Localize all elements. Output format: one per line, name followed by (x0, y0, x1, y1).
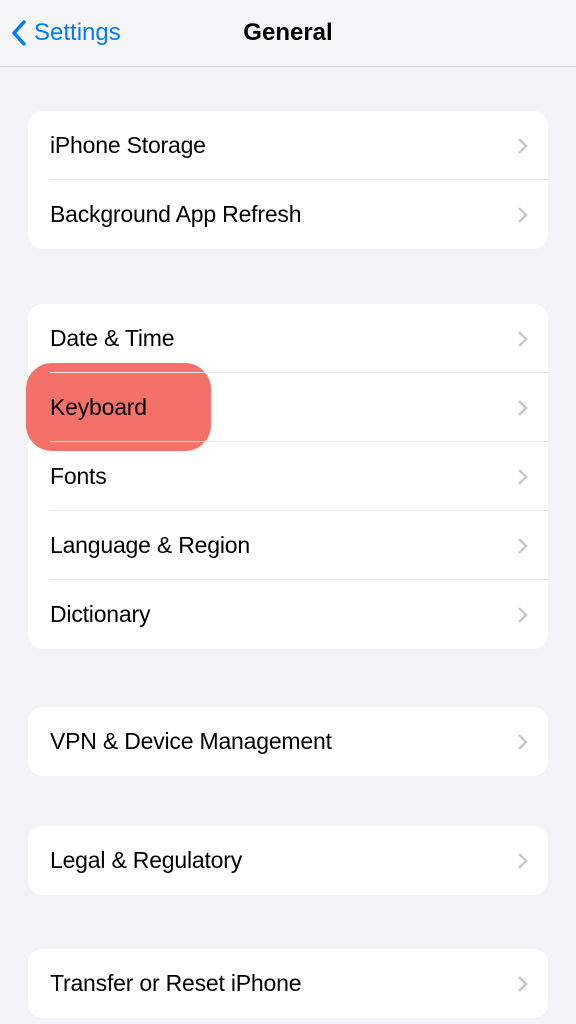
back-button[interactable]: Settings (10, 19, 121, 47)
back-label: Settings (34, 19, 121, 47)
row-label: Date & Time (50, 325, 174, 352)
settings-group-2: Date & Time Keyboard Fonts Language & Re… (28, 304, 548, 649)
row-date-time[interactable]: Date & Time (28, 304, 548, 373)
row-dictionary[interactable]: Dictionary (28, 580, 548, 649)
row-label: Background App Refresh (50, 201, 301, 228)
nav-bar: Settings General (0, 0, 576, 67)
settings-group-3: VPN & Device Management (28, 707, 548, 776)
chevron-right-icon (517, 330, 528, 348)
row-language-region[interactable]: Language & Region (28, 511, 548, 580)
settings-group-1: iPhone Storage Background App Refresh (28, 111, 548, 249)
row-fonts[interactable]: Fonts (28, 442, 548, 511)
chevron-right-icon (517, 975, 528, 993)
row-label: Keyboard (50, 394, 147, 421)
row-label: VPN & Device Management (50, 728, 332, 755)
chevron-right-icon (517, 206, 528, 224)
chevron-right-icon (517, 399, 528, 417)
row-keyboard[interactable]: Keyboard (28, 373, 548, 442)
chevron-right-icon (517, 733, 528, 751)
row-label: Dictionary (50, 601, 150, 628)
chevron-right-icon (517, 852, 528, 870)
row-iphone-storage[interactable]: iPhone Storage (28, 111, 548, 180)
chevron-right-icon (517, 137, 528, 155)
row-label: Transfer or Reset iPhone (50, 970, 301, 997)
chevron-right-icon (517, 537, 528, 555)
settings-content: iPhone Storage Background App Refresh Da… (0, 111, 576, 1018)
row-background-app-refresh[interactable]: Background App Refresh (28, 180, 548, 249)
row-label: Fonts (50, 463, 107, 490)
row-vpn-device-management[interactable]: VPN & Device Management (28, 707, 548, 776)
chevron-right-icon (517, 468, 528, 486)
settings-group-4: Legal & Regulatory (28, 826, 548, 895)
row-label: Language & Region (50, 532, 250, 559)
row-transfer-reset-iphone[interactable]: Transfer or Reset iPhone (28, 949, 548, 1018)
row-label: iPhone Storage (50, 132, 206, 159)
page-title: General (243, 19, 332, 47)
chevron-back-icon (10, 19, 28, 47)
row-legal-regulatory[interactable]: Legal & Regulatory (28, 826, 548, 895)
settings-group-5: Transfer or Reset iPhone (28, 949, 548, 1018)
row-label: Legal & Regulatory (50, 847, 242, 874)
chevron-right-icon (517, 606, 528, 624)
